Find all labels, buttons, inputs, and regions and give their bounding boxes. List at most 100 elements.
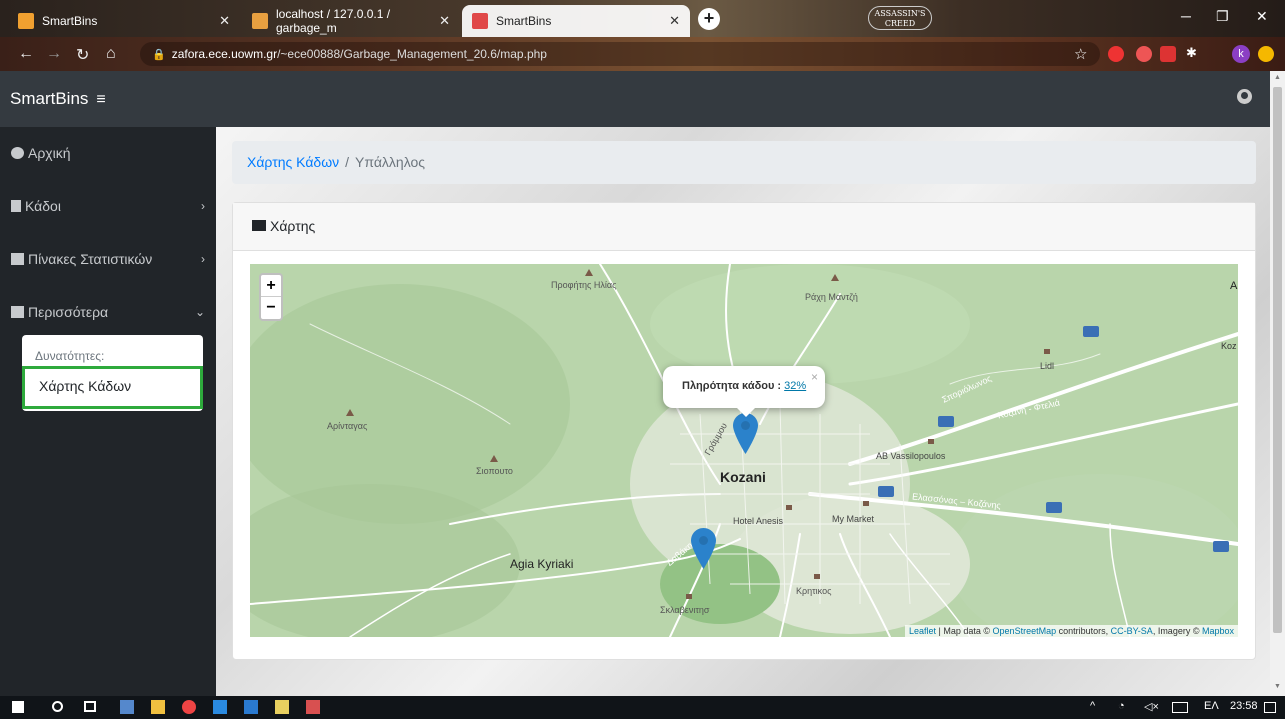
tab-close-icon[interactable]: ✕	[669, 13, 680, 29]
tab-close-icon[interactable]: ✕	[219, 13, 230, 29]
extension-icon[interactable]	[1108, 46, 1124, 62]
bin-marker-icon[interactable]	[733, 413, 758, 454]
bin-marker-icon[interactable]	[691, 528, 716, 569]
adblock-extension-icon[interactable]	[1136, 46, 1152, 62]
map-label-village: Agia Kyriaki	[510, 557, 574, 571]
table-icon	[11, 306, 24, 318]
submenu-link-bin-map[interactable]: Χάρτης Κάδων	[22, 366, 203, 409]
sidebar-toggle-icon[interactable]: ≡	[96, 91, 105, 108]
close-window-icon[interactable]: ✕	[1256, 8, 1268, 25]
profile-avatar[interactable]: k	[1232, 45, 1250, 63]
dashboard-icon	[11, 147, 24, 159]
sidebar-item-home[interactable]: Αρχική	[11, 145, 211, 161]
map-label: Hotel Anesis	[733, 516, 784, 526]
brand[interactable]: SmartBins ≡	[10, 89, 106, 109]
reload-icon[interactable]: ↻	[76, 45, 89, 65]
sidebar-submenu: Δυνατότητες: Χάρτης Κάδων	[22, 335, 203, 411]
scroll-up-icon[interactable]: ▲	[1274, 74, 1281, 81]
forward-arrow-icon[interactable]: →	[46, 45, 62, 63]
mapbox-link[interactable]: Mapbox	[1202, 626, 1234, 636]
app-icon[interactable]	[213, 700, 227, 714]
breadcrumb-link-bin-map[interactable]: Χάρτης Κάδων	[247, 154, 339, 170]
app-icon[interactable]	[244, 700, 258, 714]
osm-link[interactable]: OpenStreetMap	[993, 626, 1057, 636]
map-label: Lidl	[1040, 361, 1055, 371]
extensions-puzzle-icon[interactable]: ✱	[1186, 45, 1202, 61]
new-tab-button[interactable]: +	[698, 8, 720, 30]
map-card: Χάρτης Προφήτης Ηλίας Ράχη Μαντζή Αρίντα…	[232, 202, 1256, 660]
update-alert-icon[interactable]	[1258, 46, 1274, 62]
attribution-text: , Imagery ©	[1152, 626, 1202, 636]
user-icon[interactable]	[1237, 89, 1252, 104]
card-title: Χάρτης	[270, 218, 316, 234]
restore-icon[interactable]: ❐	[1216, 8, 1229, 25]
marker-popup: Πληρότητα κάδου : 32% ×	[663, 366, 825, 417]
lock-icon: 🔒	[152, 48, 166, 61]
sidebar-item-stats[interactable]: Πίνακες Στατιστικών ›	[11, 251, 211, 267]
windows-start-icon[interactable]	[12, 701, 24, 713]
smartbins-favicon-icon	[472, 13, 488, 29]
network-icon[interactable]: ◔	[1118, 700, 1125, 712]
chevron-right-icon: ›	[201, 199, 205, 213]
browser-tab-smartbins-active[interactable]: SmartBins ✕	[462, 5, 690, 37]
sidebar-item-label: Πίνακες Στατιστικών	[28, 251, 153, 267]
tray-chevron-icon[interactable]: ^	[1090, 700, 1095, 712]
map-label: Σκλαβενιτησ	[660, 605, 710, 615]
map-attribution: Leaflet | Map data © OpenStreetMap contr…	[905, 625, 1238, 637]
main-content: Χάρτης Κάδων / Υπάλληλος Χάρτης Προφήτης…	[216, 127, 1270, 696]
sidebar: Αρχική Κάδοι › Πίνακες Στατιστικών › Περ…	[0, 127, 216, 696]
card-header: Χάρτης	[233, 203, 1255, 251]
scrollbar-thumb[interactable]	[1273, 87, 1282, 633]
extension-icon[interactable]	[1160, 46, 1176, 62]
keyboard-icon[interactable]	[1172, 702, 1188, 713]
popup-tip	[736, 407, 756, 417]
app-icon[interactable]	[306, 700, 320, 714]
sidebar-item-label: Αρχική	[28, 145, 71, 161]
map-label: Koz	[1221, 341, 1237, 351]
leaflet-link[interactable]: Leaflet	[909, 626, 936, 636]
file-explorer-icon[interactable]	[151, 700, 165, 714]
table-icon	[11, 253, 24, 265]
popup-close-icon[interactable]: ×	[811, 370, 818, 384]
chrome-icon[interactable]	[182, 700, 196, 714]
scroll-down-icon[interactable]: ▼	[1274, 683, 1281, 690]
tab-title: localhost / 127.0.0.1 / garbage_m	[276, 7, 391, 35]
zoom-control: + −	[259, 273, 283, 321]
sidebar-item-more[interactable]: Περισσότερα ⌄	[11, 304, 211, 320]
sidebar-item-bins[interactable]: Κάδοι ›	[11, 198, 211, 214]
leaflet-map[interactable]: Προφήτης Ηλίας Ράχη Μαντζή Αρίνταγας Σιο…	[250, 264, 1238, 637]
home-icon[interactable]: ⌂	[106, 45, 116, 63]
browser-tab-phpmyadmin[interactable]: localhost / 127.0.0.1 / garbage_m ✕	[242, 5, 460, 37]
minimize-icon[interactable]: ─	[1181, 8, 1191, 24]
browser-tab-smartbins-1[interactable]: SmartBins ✕	[8, 5, 240, 37]
search-icon[interactable]	[52, 701, 63, 712]
popup-label: Πληρότητα κάδου :	[682, 380, 782, 392]
app-icon[interactable]	[120, 700, 134, 714]
phpmyadmin-favicon-icon	[252, 13, 268, 29]
volume-icon[interactable]: ◁×	[1144, 700, 1159, 713]
smartbins-favicon-icon	[18, 13, 34, 29]
notepad-icon[interactable]	[275, 700, 289, 714]
address-bar[interactable]: 🔒 zafora.ece.uowm.gr /~ece00888/Garbage_…	[140, 42, 1100, 66]
attribution-text: | Map data ©	[936, 626, 993, 636]
trash-icon	[11, 200, 21, 212]
clock[interactable]: 23:58	[1230, 700, 1258, 712]
breadcrumb: Χάρτης Κάδων / Υπάλληλος	[232, 141, 1256, 184]
notifications-icon[interactable]	[1264, 702, 1276, 713]
sidebar-item-label: Περισσότερα	[28, 304, 109, 320]
bookmark-star-icon[interactable]: ☆	[1074, 45, 1087, 63]
zoom-in-button[interactable]: +	[261, 275, 281, 297]
language-indicator[interactable]: ΕΛ	[1204, 700, 1219, 712]
popup-fill-value[interactable]: 32%	[784, 380, 806, 392]
map-label: Σιοπουτο	[476, 466, 513, 476]
zoom-out-button[interactable]: −	[261, 297, 281, 319]
back-arrow-icon[interactable]: ←	[18, 45, 34, 63]
app-navbar: SmartBins ≡	[0, 71, 1270, 127]
task-view-icon[interactable]	[84, 701, 96, 712]
tab-close-icon[interactable]: ✕	[439, 13, 450, 29]
brand-name: SmartBins	[10, 89, 89, 108]
windows-taskbar: ^ ◔ ◁× ΕΛ 23:58	[0, 696, 1285, 719]
page-scrollbar[interactable]: ▲ ▼	[1270, 71, 1285, 696]
url-path: /~ece00888/Garbage_Management_20.6/map.p…	[277, 47, 547, 61]
cc-link[interactable]: CC-BY-SA	[1111, 626, 1153, 636]
